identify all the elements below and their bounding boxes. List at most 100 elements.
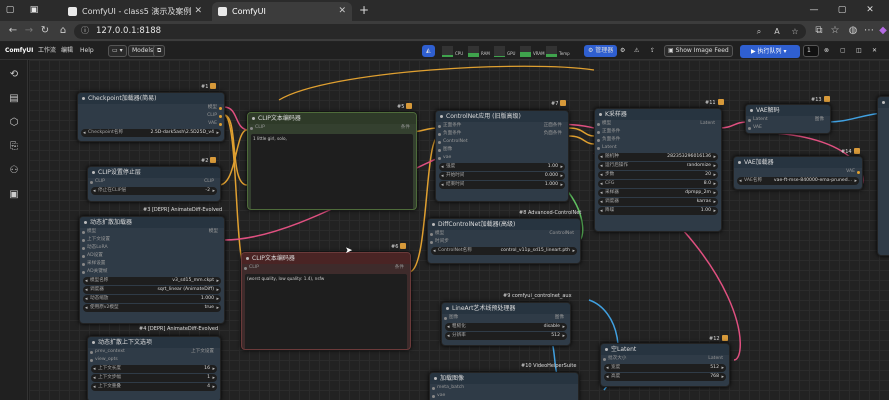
node-diffcontrolnet-loader[interactable]: DiffControlNet加载器(高级) 模型 ControlNet 时间步 C…: [427, 218, 581, 264]
input-slot-vae[interactable]: VAE: [746, 124, 830, 132]
input-slot-model[interactable]: 模型 模型: [80, 228, 224, 236]
queue-options-icon[interactable]: ⊗: [824, 42, 829, 60]
widget-denoise[interactable]: 降噪 1.00: [598, 207, 718, 215]
input-slot-vae[interactable]: vae: [436, 154, 568, 162]
tab-comfyui[interactable]: ComfyUI ✕: [212, 2, 352, 21]
queue-history-icon[interactable]: ⟲: [7, 68, 21, 82]
node-vae-loader[interactable]: VAE加载器 VAE VAE名称 vae-ft-mse-840000-ema-pr…: [733, 156, 863, 190]
input-slot-batch-size[interactable]: 批次大小 Latent: [601, 355, 729, 363]
menu-help[interactable]: Help: [80, 42, 94, 60]
widget-resolution[interactable]: 分辨率 512: [445, 332, 567, 340]
output-slot-model[interactable]: 模型: [78, 104, 224, 112]
tab-class5[interactable]: ComfyUI - class5 演示及案例 ✕: [62, 2, 208, 21]
input-slot-controlnet[interactable]: ControlNet: [436, 138, 568, 146]
output-slot-clip[interactable]: CLIP: [78, 112, 224, 120]
queue-button[interactable]: ▶ 执行队列 ▾: [740, 45, 800, 58]
widget-width[interactable]: 宽度 512: [604, 364, 726, 372]
input-slot-prev-context[interactable]: prev_context 上下文设置: [88, 348, 220, 356]
widget-height[interactable]: 高度 768: [604, 373, 726, 381]
widget-seed[interactable]: 随机种 282353296016136: [598, 153, 718, 161]
widget-start-percent[interactable]: 开始时间 0.000: [439, 172, 565, 180]
model-library-icon[interactable]: ⬡: [7, 116, 21, 130]
node-load-images[interactable]: 加载图像 meta_batch vae: [429, 372, 579, 400]
copilot-icon[interactable]: ◆: [876, 24, 889, 38]
input-slot-image[interactable]: 图像 图像: [442, 314, 570, 322]
panel-icon[interactable]: ▢: [840, 42, 846, 60]
profile-icon[interactable]: ▢: [4, 4, 16, 16]
node-title[interactable]: CLIP文本编码器: [242, 253, 410, 264]
input-slot-timestep[interactable]: 时间步: [428, 238, 580, 246]
node-clip-set-last-layer[interactable]: CLIP设置停止层 CLIP CLIP 停止在CLIP层 -2: [87, 166, 221, 202]
input-slot-positive[interactable]: 正面条件: [595, 128, 721, 136]
models-toggle-icon[interactable]: ⧉: [153, 45, 166, 57]
input-slot-vae[interactable]: vae: [430, 392, 578, 400]
widget-context-stride[interactable]: 上下文步幅 1: [91, 374, 217, 382]
menu-workflow[interactable]: 工作流: [38, 42, 56, 60]
input-slot-meta-batch[interactable]: meta_batch: [430, 384, 578, 392]
node-context-options[interactable]: 动态扩散上下文选项 prev_context 上下文设置 view_opts 上下…: [87, 336, 221, 400]
alert-icon[interactable]: ⚠: [634, 42, 639, 60]
widget-ckpt-name[interactable]: Checkpoint名称 2.5D-dark5ash\2.5D25D_v4: [81, 129, 221, 137]
manager-button[interactable]: ⚙ 管理器: [584, 45, 618, 57]
input-slot-ad-settings[interactable]: AD设置: [80, 252, 224, 260]
output-slot-vae[interactable]: VAE: [78, 120, 224, 128]
input-slot-clip[interactable]: CLIP 条件: [242, 264, 410, 272]
favorites-icon[interactable]: ☆: [828, 24, 842, 38]
widget-beta-schedule[interactable]: 调度器 sqrt_linear (AnimateDiff): [83, 286, 221, 294]
node-title[interactable]: 动态扩散上下文选项: [88, 337, 220, 348]
node-title[interactable]: LineArt艺术线预处理器: [442, 303, 570, 314]
input-slot-context[interactable]: 上下文设置: [80, 236, 224, 244]
profile-icon[interactable]: ◍: [846, 24, 860, 38]
new-tab-icon[interactable]: +: [358, 4, 370, 16]
input-slot-positive[interactable]: 正面条件 正面条件: [436, 122, 568, 130]
input-slot-ad-keyframes[interactable]: AD关键帧: [80, 268, 224, 276]
node-controlnet-apply[interactable]: ControlNet应用 (旧版高级) 正面条件 正面条件 负面条件 负面条件 Co…: [435, 110, 569, 202]
input-slot-negative[interactable]: 负面条件: [595, 136, 721, 144]
node-title[interactable]: [878, 97, 889, 108]
node-clip-text-encode-positive[interactable]: CLIP文本编码器 CLIP 条件 1 little girl, solo,: [247, 112, 417, 210]
widget-end-percent[interactable]: 结束时间 1.000: [439, 181, 565, 189]
widget-control-after-generate[interactable]: 运行后操作 randomize: [598, 162, 718, 170]
favorite-star-icon[interactable]: ☆: [788, 25, 802, 39]
node-canvas[interactable]: #1 #2 #5 #6 #7 #11 #13 #14 #12 Checkpoin…: [29, 60, 889, 400]
input-slot-clip[interactable]: CLIP 条件: [248, 124, 416, 132]
input-slot-clip[interactable]: CLIP CLIP: [88, 178, 220, 186]
nodes-map-icon[interactable]: ⚇: [7, 164, 21, 178]
reload-icon[interactable]: ↻: [38, 24, 52, 38]
link-render-icon[interactable]: ◭: [422, 45, 435, 57]
restore-icon[interactable]: ◫: [856, 42, 862, 60]
prompt-textarea[interactable]: 1 little girl, solo,: [251, 134, 413, 209]
settings-icon[interactable]: ⚙: [620, 42, 625, 60]
node-clip-text-encode-negative[interactable]: CLIP文本编码器 CLIP 条件 (worst quality, low qua…: [241, 252, 411, 350]
node-lineart-preprocessor[interactable]: LineArt艺术线预处理器 图像 图像 粗糙化 disable 分辨率 512: [441, 302, 571, 346]
widget-scheduler[interactable]: 调度器 karras: [598, 198, 718, 206]
node-title[interactable]: Checkpoint加载器(简易): [78, 93, 224, 104]
maximize-icon[interactable]: ▢: [836, 4, 848, 16]
input-slot-motion-lora[interactable]: 动态LoRA: [80, 244, 224, 252]
close-window-icon[interactable]: ✕: [864, 4, 876, 16]
widget-stop-at-layer[interactable]: 停止在CLIP层 -2: [91, 187, 217, 195]
node-ksampler[interactable]: K采样器 模型 Latent 正面条件 负面条件 Latent 随机种 282353…: [594, 108, 722, 232]
node-title[interactable]: VAE解码: [746, 105, 830, 116]
node-title[interactable]: VAE加载器: [734, 157, 862, 168]
input-slot-model[interactable]: 模型 ControlNet: [428, 230, 580, 238]
widget-controlnet-name[interactable]: ControlNet名称 control_v11p_sd15_lineart.pt…: [431, 247, 577, 255]
input-slot-image[interactable]: 图像: [436, 146, 568, 154]
widget-vae-name[interactable]: VAE名称 vae-ft-mse-840000-ema-pruned...: [737, 177, 859, 185]
minimize-icon[interactable]: —: [808, 4, 820, 16]
node-title[interactable]: 动态扩散加载器: [80, 217, 224, 228]
node-title[interactable]: DiffControlNet加载器(高级): [428, 219, 580, 230]
input-slot-negative[interactable]: 负面条件 负面条件: [436, 130, 568, 138]
templates-icon[interactable]: ▣: [7, 188, 21, 202]
url-field[interactable]: ⓘ 127.0.0.1:8188 ⌕ A ☆: [74, 24, 806, 39]
tab-strip-icon[interactable]: ▣: [28, 4, 40, 16]
output-slot-vae[interactable]: VAE: [734, 168, 862, 176]
widget-steps[interactable]: 步数 20: [598, 171, 718, 179]
widget-sampler-name[interactable]: 采样器 dpmpp_2m: [598, 189, 718, 197]
node-animatediff-loader[interactable]: 动态扩散加载器 模型 模型 上下文设置 动态LoRA AD设置 采样设置 AD关键…: [79, 216, 225, 324]
site-info-icon[interactable]: ⓘ: [79, 25, 91, 37]
node-title[interactable]: CLIP设置停止层: [88, 167, 220, 178]
node-preview-partial[interactable]: [877, 96, 889, 256]
widget-coarse[interactable]: 粗糙化 disable: [445, 323, 567, 331]
home-icon[interactable]: ⌂: [56, 24, 70, 38]
